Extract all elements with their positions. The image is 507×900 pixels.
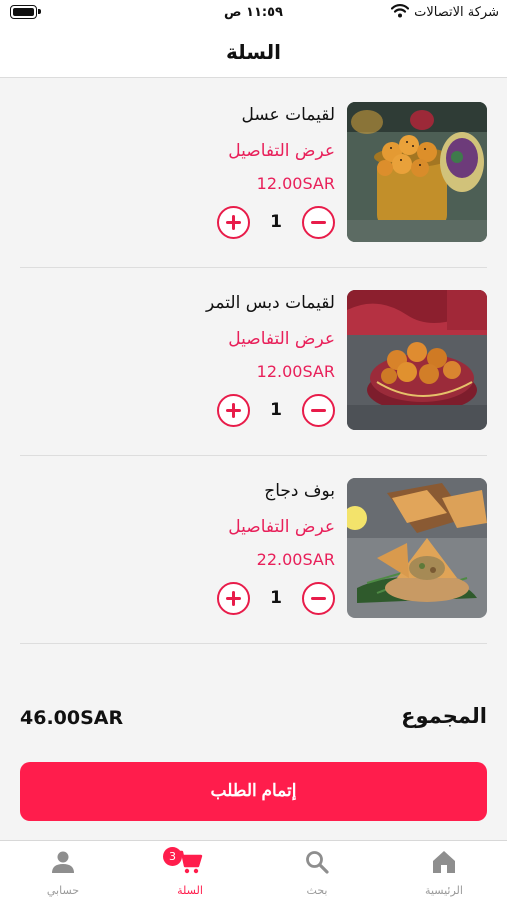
item-price: 22.00SAR: [256, 550, 335, 569]
checkout-button[interactable]: إتمام الطلب: [20, 762, 487, 821]
page-header: السلة: [0, 30, 507, 78]
tab-home-label: الرئيسية: [425, 884, 463, 897]
increase-quantity-button[interactable]: [217, 206, 250, 239]
wifi-icon: [391, 4, 409, 18]
decrease-quantity-button[interactable]: [302, 394, 335, 427]
chicken-puff-photo[interactable]: [347, 478, 487, 618]
item-name: لقيمات عسل: [241, 105, 335, 125]
quantity-value: 1: [270, 400, 282, 420]
quantity-stepper: 1: [217, 206, 335, 240]
cart-count-badge: 3: [163, 847, 182, 866]
cart-item: بوف دجاج عرض التفاصيل 22.00SAR 1: [20, 456, 487, 644]
total-label: المجموع: [401, 704, 487, 728]
honey-luqaimat-photo[interactable]: [347, 102, 487, 242]
home-icon: [433, 851, 455, 873]
decrease-quantity-button[interactable]: [302, 582, 335, 615]
quantity-stepper: 1: [217, 394, 335, 428]
quantity-value: 1: [270, 588, 282, 608]
view-details-link[interactable]: عرض التفاصيل: [228, 329, 335, 349]
decrease-quantity-button[interactable]: [302, 206, 335, 239]
increase-quantity-button[interactable]: [217, 582, 250, 615]
tab-search-label: بحث: [306, 884, 328, 897]
item-price: 12.00SAR: [256, 362, 335, 381]
status-bar: ١١:٥٩ ص شركة الاتصالات: [0, 0, 507, 30]
cart-item: لقيمات دبس التمر عرض التفاصيل 12.00SAR 1: [20, 268, 487, 456]
tab-search[interactable]: بحث: [254, 841, 380, 900]
item-name: لقيمات دبس التمر: [206, 293, 335, 313]
person-icon: [52, 851, 74, 873]
tab-account[interactable]: حسابي: [0, 841, 126, 900]
page-title: السلة: [225, 40, 281, 64]
carrier-name: شركة الاتصالات: [414, 5, 499, 20]
bottom-tab-bar: حسابي 3 السلة بحث الرئيسية: [0, 840, 507, 900]
search-icon: [306, 851, 329, 874]
item-name: بوف دجاج: [264, 481, 335, 501]
order-total: المجموع 46.00SAR: [20, 704, 487, 738]
view-details-link[interactable]: عرض التفاصيل: [228, 141, 335, 161]
view-details-link[interactable]: عرض التفاصيل: [228, 517, 335, 537]
tab-cart[interactable]: 3 السلة: [127, 841, 253, 900]
tab-cart-label: السلة: [177, 884, 203, 897]
tab-home[interactable]: الرئيسية: [381, 841, 507, 900]
tab-account-label: حسابي: [46, 884, 80, 897]
cart-item: لقيمات عسل عرض التفاصيل 12.00SAR 1: [20, 80, 487, 268]
item-price: 12.00SAR: [256, 174, 335, 193]
date-syrup-luqaimat-photo[interactable]: [347, 290, 487, 430]
quantity-value: 1: [270, 212, 282, 232]
checkout-button-label: إتمام الطلب: [210, 781, 297, 800]
quantity-stepper: 1: [217, 582, 335, 616]
increase-quantity-button[interactable]: [217, 394, 250, 427]
total-value: 46.00SAR: [20, 707, 124, 729]
